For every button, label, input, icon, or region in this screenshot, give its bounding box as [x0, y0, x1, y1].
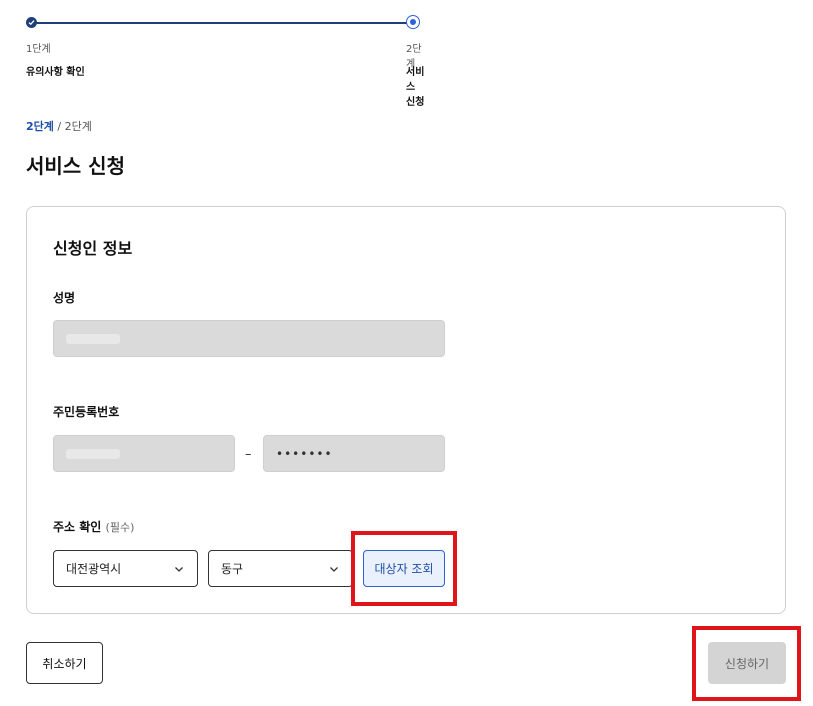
progress-stepper: 1단계 유의사항 확인 2단계 서비스 신청 [26, 14, 426, 108]
district-select[interactable]: 동구 [208, 550, 353, 587]
step-2-name: 서비스 신청 [406, 67, 425, 108]
rrn-label: 주민등록번호 [53, 405, 120, 419]
step-progress: 2단계 / 2단계 [26, 118, 92, 134]
address-required-note: (필수) [105, 521, 135, 534]
rrn-back-masked-value: ••••••• [276, 446, 333, 461]
progress-total: 2단계 [64, 120, 92, 133]
progress-current: 2단계 [26, 120, 54, 133]
lookup-target-button[interactable]: 대상자 조회 [363, 550, 445, 587]
step-current-dot-icon [406, 15, 420, 29]
stepper-line [31, 22, 413, 24]
progress-separator: / [53, 120, 65, 133]
step-1-number: 1단계 [26, 44, 51, 55]
rrn-dash: – [245, 447, 252, 462]
applicant-info-card: 신청인 정보 성명 주민등록번호 – ••••••• 주소 확인 (필수) 대전… [26, 206, 786, 614]
step-1-name: 유의사항 확인 [26, 67, 85, 78]
step-complete-check-icon [26, 17, 37, 28]
address-label-text: 주소 확인 [53, 520, 102, 534]
address-label: 주소 확인 (필수) [53, 518, 134, 535]
name-input [53, 320, 445, 357]
district-select-value: 동구 [221, 562, 244, 576]
submit-button[interactable]: 신청하기 [708, 642, 786, 684]
section-title: 신청인 정보 [53, 239, 133, 258]
rrn-back-input: ••••••• [263, 435, 445, 472]
cancel-button[interactable]: 취소하기 [26, 642, 103, 684]
city-select[interactable]: 대전광역시 [53, 550, 198, 587]
chevron-down-icon [330, 567, 338, 572]
rrn-front-input [53, 435, 235, 472]
city-select-value: 대전광역시 [66, 562, 122, 576]
name-redacted-value [66, 333, 120, 344]
page-title: 서비스 신청 [26, 154, 125, 178]
name-label: 성명 [53, 291, 76, 305]
rrn-front-redacted-value [66, 448, 120, 459]
chevron-down-icon [175, 567, 183, 572]
